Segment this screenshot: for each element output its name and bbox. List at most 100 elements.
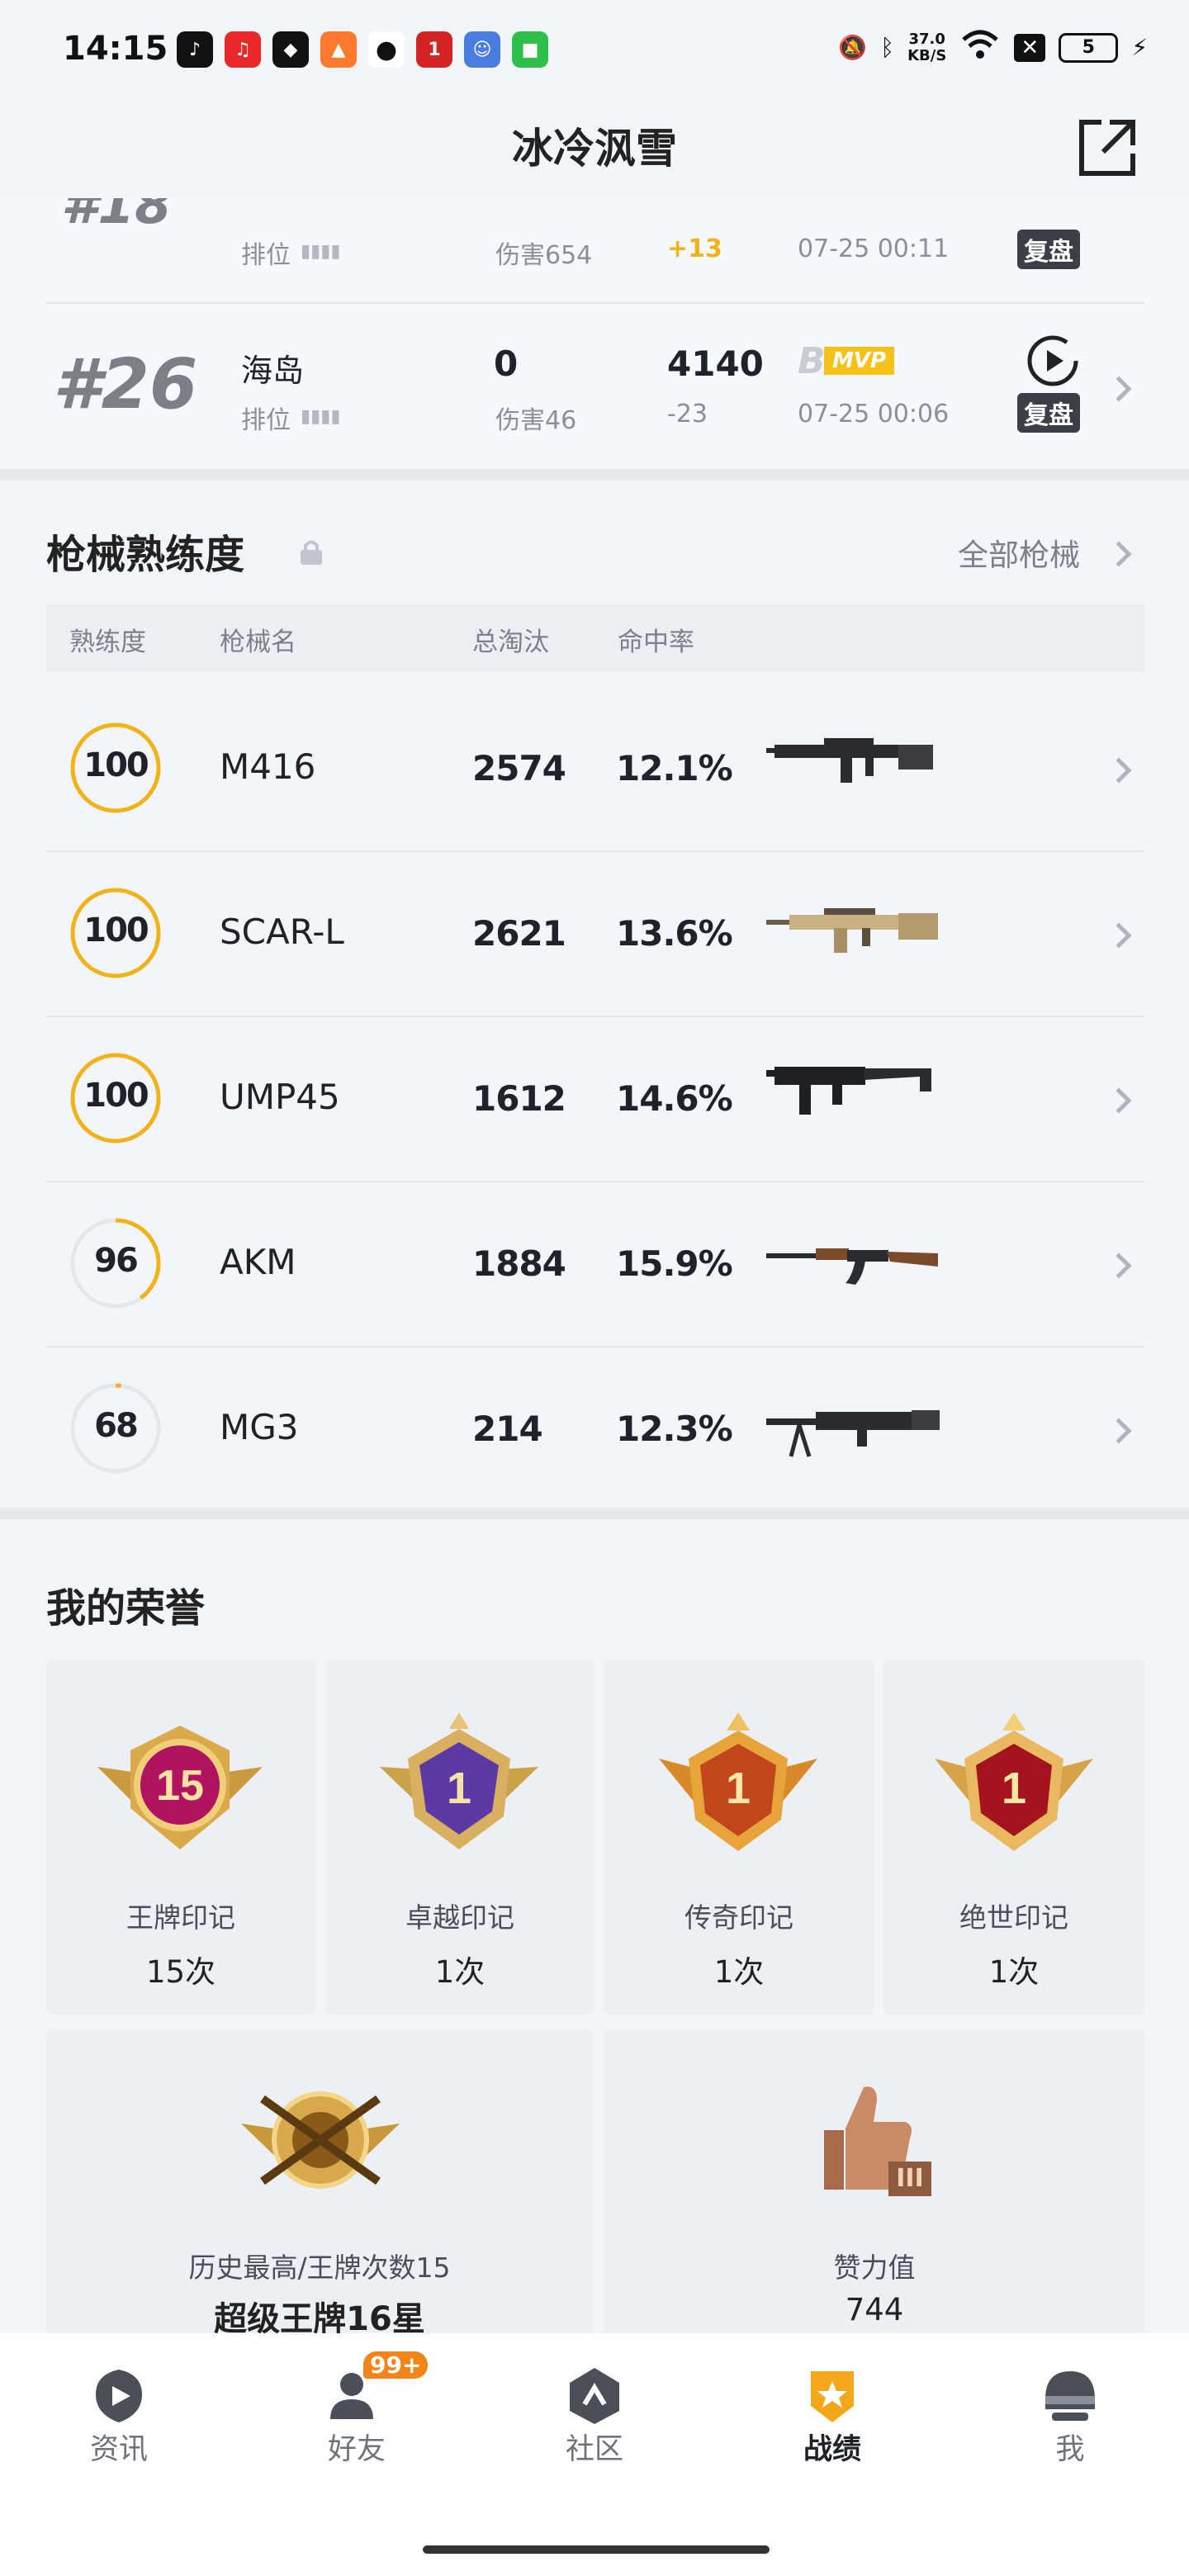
replay-button[interactable]: 复盘 xyxy=(1017,230,1080,269)
honor-card-likes[interactable]: III 赞力值 744 xyxy=(604,2029,1144,2335)
match-kills: 0 xyxy=(494,343,519,384)
proficiency-ring: 100 xyxy=(68,720,163,816)
all-weapons-link[interactable]: 全部枪械 xyxy=(958,530,1080,575)
legend-emblem-icon: 1 xyxy=(647,1709,829,1858)
page-title: 冰冷沨雪 xyxy=(512,125,677,173)
honor-label: 传奇印记 xyxy=(685,1901,793,1934)
wechat-icon: ● xyxy=(368,31,405,68)
tab-me[interactable]: 我 xyxy=(951,2333,1189,2498)
honor-label: 绝世印记 xyxy=(959,1901,1068,1934)
proficiency-ring: 100 xyxy=(68,885,163,981)
system-icons: 🔕 ᛒ 37.0 KB/S ✕ 5 ⚡ xyxy=(838,28,1148,67)
honor-card-ace[interactable]: 15 王牌印记 15次 xyxy=(46,1660,315,2015)
weapon-image xyxy=(766,1058,940,1120)
network-speed: 37.0 KB/S xyxy=(907,30,947,64)
honor-label: 卓越印记 xyxy=(405,1901,514,1934)
bluetooth-icon: ᛒ xyxy=(880,34,895,61)
notification-icons: ♪ ♫ ◆ ▲ ● 1 ☺ ■ xyxy=(177,31,548,68)
chevron-right-icon xyxy=(1106,541,1132,567)
honor-card-peerless[interactable]: 1 绝世印记 1次 xyxy=(883,1660,1144,2015)
honor-label: 王牌印记 xyxy=(126,1901,235,1934)
honor-card-legend[interactable]: 1 传奇印记 1次 xyxy=(604,1660,874,2015)
charging-icon: ⚡ xyxy=(1131,34,1148,61)
tab-label: 好友 xyxy=(327,2433,386,2466)
avatar-app-icon: ☺ xyxy=(464,31,500,68)
row-divider xyxy=(46,302,1144,304)
weapon-kills: 2574 xyxy=(472,748,566,788)
shield-app-icon: ◆ xyxy=(272,31,309,68)
honor-card-best-rank[interactable]: 历史最高/王牌次数15 超级王牌16星 xyxy=(46,2029,593,2338)
best-rank-label: 历史最高/王牌次数15 xyxy=(188,2252,451,2284)
header-hit-rate: 命中率 xyxy=(618,627,694,657)
weapon-name: UMP45 xyxy=(220,1077,340,1117)
match-damage: 伤害654 xyxy=(495,241,593,270)
replay-button[interactable]: 复盘 xyxy=(1017,393,1080,433)
match-time: 07-25 00:06 xyxy=(798,400,950,429)
header-weapon-name: 枪械名 xyxy=(220,627,296,657)
legend-badge-number: 1 xyxy=(726,1764,751,1813)
tab-label: 社区 xyxy=(565,2433,623,2466)
match-rank: #26 xyxy=(53,343,198,424)
crossed-guns-emblem-icon xyxy=(238,2074,403,2206)
proficiency-value: 100 xyxy=(83,912,149,949)
match-grade: B xyxy=(798,340,826,382)
honor-count: 1次 xyxy=(713,1954,765,1990)
honor-count: 1次 xyxy=(434,1954,486,1990)
proficiency-value: 68 xyxy=(94,1407,139,1445)
tab-news[interactable]: 资讯 xyxy=(0,2333,238,2498)
weapon-name: M416 xyxy=(220,746,316,787)
proficiency-ring: 100 xyxy=(68,1050,163,1146)
friends-badge: 99+ xyxy=(363,2351,429,2379)
record-icon xyxy=(803,2366,862,2426)
mute-icon: 🔕 xyxy=(838,34,868,61)
excellent-badge-number: 1 xyxy=(447,1764,471,1813)
chevron-right-icon xyxy=(1106,922,1132,949)
music-icon: ♫ xyxy=(225,31,261,68)
tab-records[interactable]: 战绩 xyxy=(713,2333,951,2498)
game-app-icon: ▲ xyxy=(320,31,357,68)
weapon-hit-rate: 14.6% xyxy=(616,1078,733,1119)
ace-badge-number: 15 xyxy=(156,1762,204,1810)
weapon-kills: 2621 xyxy=(472,913,566,954)
row-divider xyxy=(46,1016,1144,1017)
sim-off-icon: ✕ xyxy=(1014,33,1046,62)
chevron-right-icon xyxy=(1106,1087,1132,1114)
tab-label: 我 xyxy=(1055,2433,1085,2466)
mvp-badge: MVP xyxy=(824,347,895,375)
proficiency-ring: 68 xyxy=(68,1380,163,1476)
lock-icon[interactable] xyxy=(299,538,324,566)
tab-community[interactable]: 社区 xyxy=(476,2333,713,2498)
proficiency-ring: 96 xyxy=(68,1215,163,1311)
match-score: 4140 xyxy=(667,343,764,384)
weapon-hit-rate: 15.9% xyxy=(616,1243,733,1284)
honor-count: 1次 xyxy=(988,1954,1040,1990)
chevron-right-icon xyxy=(1106,1252,1132,1279)
weapon-kills: 214 xyxy=(472,1409,543,1449)
weapon-hit-rate: 13.6% xyxy=(616,913,733,954)
proficiency-value: 100 xyxy=(83,1077,149,1115)
excellent-emblem-icon: 1 xyxy=(368,1709,550,1858)
wifi-icon xyxy=(959,28,1001,67)
news-icon xyxy=(89,2366,149,2426)
honor-card-excellent[interactable]: 1 卓越印记 1次 xyxy=(325,1660,594,2015)
section-divider xyxy=(0,1508,1189,1519)
chevron-right-icon xyxy=(1106,1418,1132,1444)
share-icon[interactable] xyxy=(1077,117,1138,178)
match-score-delta: -23 xyxy=(667,400,708,429)
row-divider xyxy=(46,850,1144,852)
weapons-title: 枪械熟练度 xyxy=(46,532,245,578)
tiktok-icon: ♪ xyxy=(177,31,213,68)
home-indicator[interactable] xyxy=(423,2545,770,2554)
tab-friends[interactable]: 99+ 好友 xyxy=(238,2333,476,2498)
weapon-hit-rate: 12.3% xyxy=(616,1409,733,1449)
green-app-icon: ■ xyxy=(512,31,548,68)
peerless-badge-number: 1 xyxy=(1002,1764,1026,1813)
section-divider xyxy=(0,469,1189,481)
weapon-name: AKM xyxy=(220,1242,296,1282)
match-mode: 排位 xyxy=(241,406,291,435)
honors-title: 我的荣誉 xyxy=(46,1585,206,1631)
weapon-hit-rate: 12.1% xyxy=(616,748,733,788)
match-mode: 排位 xyxy=(241,241,291,270)
weapon-name: MG3 xyxy=(220,1407,299,1447)
battery-indicator: 5 xyxy=(1059,32,1119,63)
